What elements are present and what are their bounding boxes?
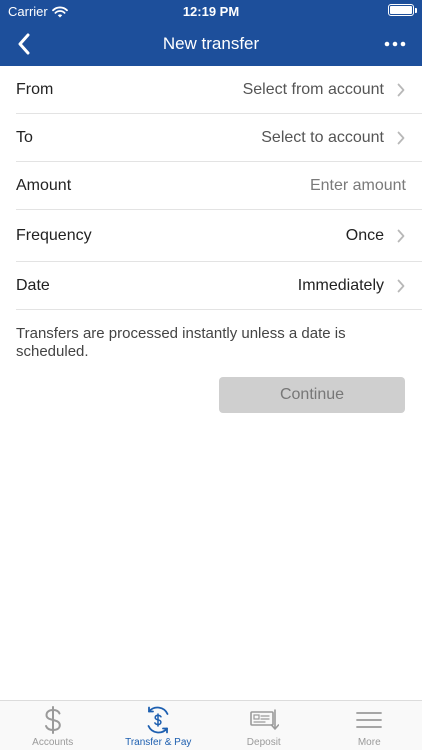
chevron-right-icon	[396, 130, 406, 146]
status-bar: Carrier 12:19 PM	[0, 0, 422, 22]
frequency-row[interactable]: Frequency Once	[16, 210, 422, 262]
transfer-pay-icon	[147, 706, 169, 734]
row-label: Amount	[16, 176, 72, 194]
battery-icon	[388, 4, 417, 16]
to-account-row[interactable]: To Select to account	[16, 114, 422, 162]
nav-bar: New transfer	[0, 22, 422, 66]
deposit-check-icon	[249, 709, 279, 730]
transfer-info-note: Transfers are processed instantly unless…	[16, 325, 346, 360]
from-account-value: Select from account	[242, 80, 384, 98]
page-title: New transfer	[162, 34, 260, 53]
chevron-left-icon	[18, 33, 30, 55]
header: Carrier 12:19 PM New transfer	[0, 0, 422, 66]
date-row[interactable]: Date Immediately	[16, 262, 422, 310]
more-horizontal-icon	[384, 41, 406, 47]
transfer-form: From Select from account To Select to ac…	[0, 66, 422, 310]
row-label: To	[16, 128, 33, 146]
tab-deposit[interactable]: Deposit	[211, 701, 317, 750]
tab-label: Accounts	[32, 737, 74, 748]
chevron-right-icon	[396, 278, 406, 294]
row-label: Frequency	[16, 226, 92, 244]
from-account-row[interactable]: From Select from account	[16, 66, 422, 114]
row-label: Date	[16, 276, 50, 294]
tab-label: Deposit	[246, 737, 281, 748]
frequency-value: Once	[345, 226, 384, 244]
dollar-icon	[44, 706, 61, 734]
clock: 12:19 PM	[182, 4, 240, 19]
to-account-value: Select to account	[261, 128, 384, 146]
tab-more[interactable]: More	[317, 701, 422, 750]
tab-accounts[interactable]: Accounts	[0, 701, 106, 750]
continue-button[interactable]: Continue	[219, 377, 405, 413]
amount-row: Amount	[16, 162, 422, 210]
menu-icon	[356, 712, 383, 728]
chevron-right-icon	[396, 82, 406, 98]
new-transfer-screen: Carrier 12:19 PM New transfer From Selec…	[0, 0, 422, 750]
date-value: Immediately	[297, 276, 384, 294]
amount-input[interactable]	[206, 176, 406, 195]
tab-label: Transfer & Pay	[125, 737, 192, 748]
tab-bar: Accounts Transfer & Pay Deposit More	[0, 700, 422, 750]
tab-transfer-pay[interactable]: Transfer & Pay	[106, 701, 212, 750]
row-label: From	[16, 80, 54, 98]
more-button[interactable]	[380, 30, 410, 58]
tab-label: More	[357, 737, 381, 748]
back-button[interactable]	[10, 30, 38, 58]
chevron-right-icon	[396, 228, 406, 244]
